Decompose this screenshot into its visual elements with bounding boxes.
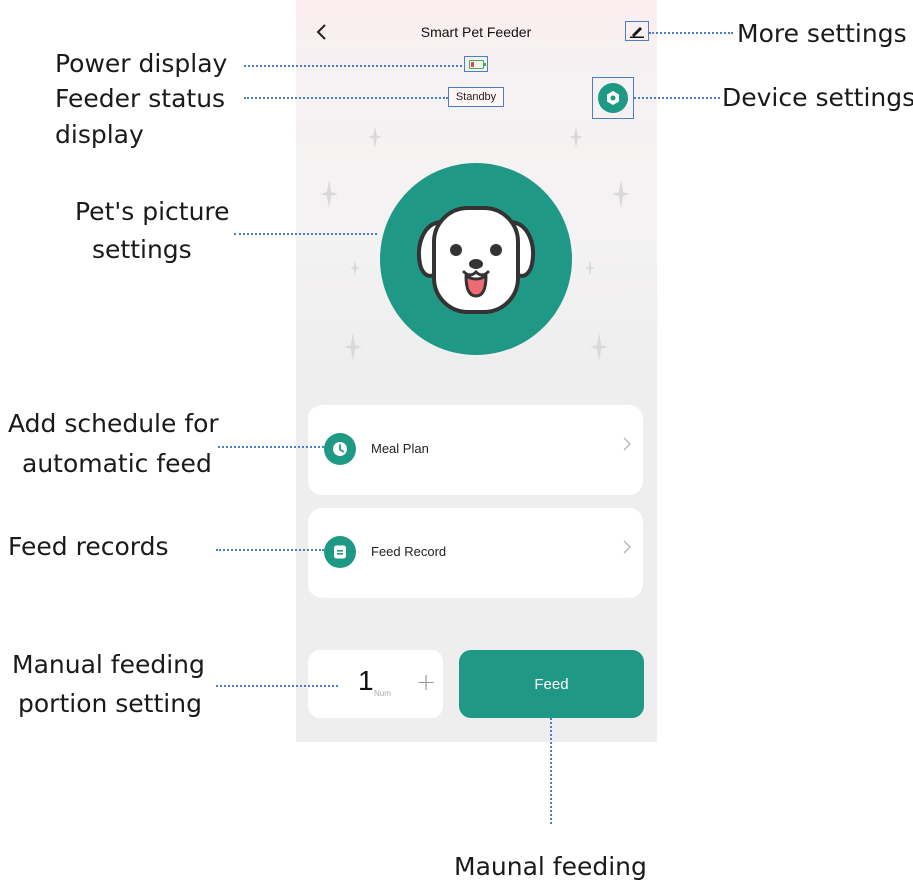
page-title: Smart Pet Feeder [420,24,532,40]
feed-record-label: Feed Record [371,544,447,559]
feed-button[interactable]: Feed [459,650,644,718]
chevron-right-icon [623,538,631,559]
callout-manual-feeding: Maunal feeding [454,852,647,881]
callout-line [218,446,324,448]
sparkle-icon [320,180,338,208]
callout-feeder-status-2: display [55,120,144,149]
portion-stepper: 1 Num + [308,650,443,718]
portion-unit: Num [374,689,391,698]
callout-feed-records: Feed records [8,532,169,561]
pencil-icon [630,27,644,38]
sparkle-icon [585,260,595,276]
battery-indicator [464,56,488,72]
sparkle-icon [612,180,630,208]
back-button[interactable] [310,20,334,48]
callout-feeder-status: Feeder status [55,84,226,113]
portion-plus-button[interactable]: + [416,668,436,696]
meal-plan-label: Meal Plan [371,441,429,456]
callout-line [244,65,462,67]
more-settings-button[interactable] [625,21,649,41]
clock-icon [324,433,356,465]
sparkle-icon [590,333,608,361]
sparkle-icon [350,260,360,276]
sparkle-icon [368,126,382,148]
callout-line [649,32,733,34]
callout-line [216,549,324,551]
gear-icon [598,83,628,113]
status-badge: Standby [448,87,504,107]
battery-icon [468,59,486,69]
callout-line [216,685,338,687]
callout-power-display: Power display [55,49,228,78]
callout-manual-portion: Manual feeding [12,650,205,679]
callout-schedule: Add schedule for [8,409,219,438]
portion-value: 1 [358,665,374,696]
device-settings-button[interactable] [592,77,634,119]
app-screen: Smart Pet Feeder Standby Meal Plan Feed … [296,0,657,742]
callout-pet-picture-2: settings [92,235,192,264]
feed-record-card[interactable]: Feed Record [308,508,643,598]
sparkle-icon [569,126,583,148]
callout-pet-picture: Pet's picture [75,197,230,226]
callout-line [234,233,377,235]
battery-level-fill [470,61,474,67]
callout-schedule-2: automatic feed [22,449,212,478]
list-icon [324,536,356,568]
sparkle-icon [344,333,362,361]
meal-plan-card[interactable]: Meal Plan [308,405,643,495]
dog-face-icon [417,206,535,314]
callout-line [634,97,720,99]
chevron-right-icon [623,435,631,456]
callout-manual-portion-2: portion setting [18,689,202,718]
pet-picture-button[interactable] [380,163,572,355]
callout-device-settings: Device settings [722,83,913,112]
chevron-left-icon [316,24,326,40]
callout-line [550,718,552,824]
callout-line [244,97,448,99]
callout-more-settings: More settings [737,19,907,48]
